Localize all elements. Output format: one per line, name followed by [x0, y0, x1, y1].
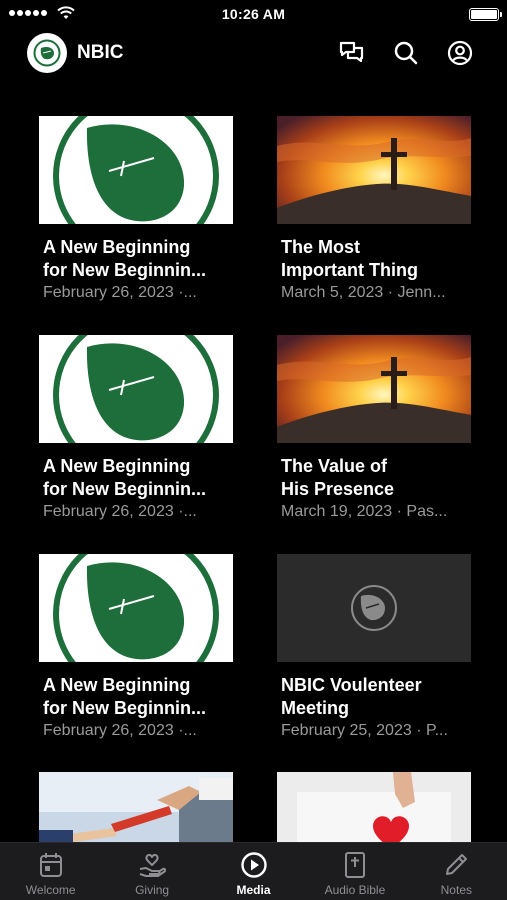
cross-sunset-thumbnail [277, 116, 471, 224]
card-meta: February 26, 2023 ·... [43, 722, 197, 739]
calendar-icon [39, 853, 62, 877]
tab-notes[interactable]: Notes [406, 843, 507, 900]
status-time: 10:26 AM [221, 6, 286, 22]
leaf-logo-thumbnail [39, 335, 233, 443]
tab-media[interactable]: Media [203, 843, 304, 900]
tab-giving[interactable]: Giving [101, 843, 202, 900]
tab-label: Giving [135, 883, 170, 897]
card-meta: March 19, 2023 · Pas... [281, 503, 448, 520]
search-button[interactable] [392, 39, 420, 67]
tab-label: Welcome [25, 883, 76, 897]
app-title: NBIC [77, 42, 124, 63]
card-thumbnail [39, 554, 233, 662]
card-meta: February 25, 2023 · P... [281, 722, 448, 739]
search-icon [394, 41, 418, 65]
user-avatar-icon [447, 40, 473, 66]
media-card[interactable]: The Value of His Presence March 19, 2023… [277, 335, 471, 523]
bottom-tab-bar: Welcome Giving Media Audio Bible Notes [0, 842, 507, 900]
bible-icon [344, 852, 365, 878]
leaf-logo-thumbnail [39, 554, 233, 662]
media-card[interactable]: A New Beginning for New Beginnin... Febr… [39, 116, 233, 304]
card-title: The Most Important Thing [281, 237, 418, 280]
card-title: A New Beginning for New Beginnin... [43, 675, 207, 718]
pencil-icon [446, 854, 468, 875]
leaf-logo-icon [33, 39, 61, 67]
card-thumbnail [277, 335, 471, 443]
status-bar: 10:26 AM [0, 0, 507, 28]
card-thumbnail [277, 116, 471, 224]
media-card[interactable]: A New Beginning for New Beginnin... Febr… [39, 554, 233, 742]
app-header: NBIC [0, 30, 507, 76]
card-title: A New Beginning for New Beginnin... [43, 456, 207, 499]
card-thumbnail [39, 335, 233, 443]
card-title: A New Beginning for New Beginnin... [43, 237, 207, 280]
card-thumbnail [277, 554, 471, 662]
media-card[interactable]: NBIC Voulenteer Meeting February 25, 202… [277, 554, 471, 742]
card-meta: February 26, 2023 ·... [43, 503, 197, 520]
card-thumbnail [39, 116, 233, 224]
cross-sunset-thumbnail [277, 335, 471, 443]
profile-button[interactable] [446, 39, 474, 67]
tab-label: Notes [440, 883, 472, 897]
leaf-logo-thumbnail [39, 116, 233, 224]
card-title: The Value of His Presence [281, 456, 395, 499]
giving-hand-icon [139, 853, 167, 877]
chat-bubbles-icon [339, 41, 364, 63]
nbic-logo[interactable] [27, 33, 67, 73]
chat-button[interactable] [338, 39, 366, 67]
card-title: NBIC Voulenteer Meeting [281, 675, 422, 718]
play-circle-icon [240, 852, 267, 878]
placeholder-logo-thumbnail [277, 554, 471, 662]
media-card[interactable]: The Most Important Thing March 5, 2023 ·… [277, 116, 471, 304]
card-meta: March 5, 2023 · Jenn... [281, 284, 446, 301]
battery-icon [469, 8, 502, 21]
tab-audio-bible[interactable]: Audio Bible [304, 843, 405, 900]
tab-label: Media [236, 883, 271, 897]
tab-welcome[interactable]: Welcome [0, 843, 101, 900]
card-meta: February 26, 2023 ·... [43, 284, 197, 301]
media-card[interactable]: A New Beginning for New Beginnin... Febr… [39, 335, 233, 523]
tab-label: Audio Bible [324, 883, 386, 897]
